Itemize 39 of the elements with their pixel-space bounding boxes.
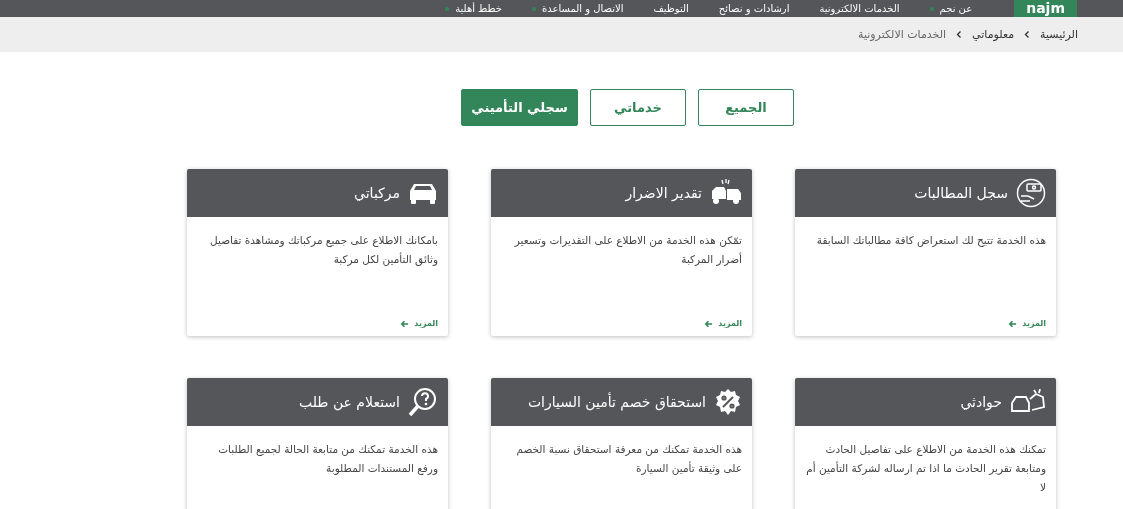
damaged-car-icon	[710, 179, 742, 207]
car-crash-icon	[1010, 389, 1046, 415]
arrow-icon	[400, 319, 410, 328]
money-hand-icon	[1016, 178, 1046, 208]
nav-link[interactable]: عن نجم	[939, 3, 973, 14]
breadcrumb-item: الخدمات الالكترونية	[858, 28, 947, 41]
chevron-icon	[956, 30, 963, 39]
card-description: تمكنك هذه الخدمة من الاطلاع على تفاصيل الحادث ومتابعة تقرير الحادث ما اذا تم ارساله لشركة التأمين أم لا	[805, 442, 1046, 495]
card-description: هذه الخدمة تمكنك من متابعة الحالة لجميع الطلبات ورفع المستندات المطلوبة	[217, 442, 438, 477]
card-title: استحقاق خصم تأمين السيارات	[527, 394, 706, 410]
arrow-icon	[1008, 319, 1018, 328]
nav-link[interactable]: الاتصال و المساعدة	[542, 3, 624, 14]
card-description: هذه الخدمة تمكنك من معرفة استحقاق نسبة الخصم على وثيقة تأمين السيارة	[515, 442, 742, 477]
card-title: مركباتي	[354, 185, 400, 201]
card-description: تمّكن هذه الخدمة من الاطلاع على التقديرات وتسعير أضرار المركبة	[513, 233, 742, 268]
filter-button[interactable]: الجميع	[698, 89, 794, 126]
nav-link[interactable]: ارشادات و نصائح	[718, 3, 790, 14]
nav-link[interactable]: خطط أهلية	[455, 3, 502, 14]
card-description: بامكانك الاطلاع على جميع مركباتك ومشاهدة تفاصيل وثائق التأمين لكل مركبة	[209, 233, 438, 268]
filter-button[interactable]: سجلي التأميني	[461, 89, 578, 126]
arrow-icon	[704, 319, 714, 328]
logo[interactable]: najm	[1014, 0, 1077, 17]
more-link[interactable]: المزيد	[704, 319, 742, 328]
card-title: سجل المطالبات	[914, 185, 1008, 201]
card-description: هذه الخدمة تتيح لك استعراض كافة مطالباتك السابقة	[815, 233, 1046, 249]
more-link[interactable]: المزيد	[400, 319, 438, 328]
more-link[interactable]: المزيد	[1008, 319, 1046, 328]
percent-badge-icon	[714, 388, 742, 416]
breadcrumb-item[interactable]: الرئيسية	[1040, 28, 1078, 41]
card-title: حوادثي	[960, 394, 1002, 410]
nav-link[interactable]: التوظيف	[653, 3, 689, 14]
filter-button[interactable]: خدماتي	[590, 89, 686, 126]
chevron-icon	[1024, 30, 1031, 39]
breadcrumb-item[interactable]: معلوماتي	[972, 28, 1015, 41]
card-title: تقدير الاضرار	[625, 185, 702, 201]
car-icon	[408, 182, 438, 204]
search-question-icon	[408, 387, 438, 417]
nav-link[interactable]: الخدمات الالكترونية	[819, 3, 900, 14]
card-title: استعلام عن طلب	[298, 394, 400, 410]
